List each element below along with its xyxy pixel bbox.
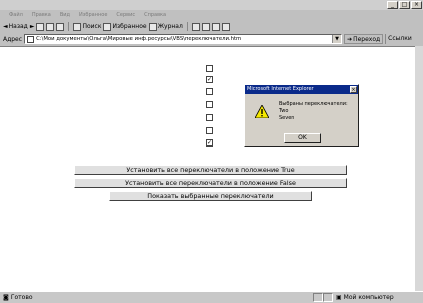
address-label: Адрес	[3, 35, 23, 43]
computer-icon: ▣	[336, 294, 342, 301]
message-line: Two	[279, 108, 289, 114]
page-icon	[27, 35, 35, 43]
menu-bar: Файл Правка Вид Избранное Сервис Справка	[0, 10, 423, 20]
go-label: Переход	[353, 35, 381, 43]
status-left: ◙ Готово	[0, 294, 313, 301]
menu-edit[interactable]: Правка	[32, 12, 51, 18]
back-label: Назад	[8, 23, 28, 30]
ok-button[interactable]: OK	[284, 133, 321, 143]
search-label: Поиск	[82, 23, 102, 30]
message-box: Microsoft Internet Explorer × Выбраны пе…	[244, 84, 359, 147]
forward-arrow-icon: ►	[29, 23, 35, 30]
stop-icon[interactable]	[36, 22, 45, 31]
set-all-false-button[interactable]: Установить все переключатели в положение…	[74, 178, 347, 188]
toolbar: ◄ Назад ► Поиск Избранное Журнал	[0, 20, 423, 33]
checkbox-3[interactable]	[206, 88, 213, 95]
minimize-button[interactable]: _	[387, 1, 398, 9]
browser-window: _ □ × Файл Правка Вид Избранное Сервис С…	[0, 0, 423, 303]
message-box-title-bar: Microsoft Internet Explorer ×	[245, 85, 358, 94]
warning-icon	[255, 105, 269, 118]
refresh-icon[interactable]	[46, 22, 55, 31]
title-bar: _ □ ×	[0, 0, 423, 10]
mail-icon[interactable]	[191, 22, 200, 31]
search-icon	[73, 22, 82, 31]
page-content: ✓ Установить все переключатели в положен…	[0, 46, 423, 291]
back-button[interactable]: ◄ Назад	[3, 23, 28, 30]
message-text: Выбраны переключатели: Two Seven	[279, 101, 348, 122]
menu-help[interactable]: Справка	[144, 12, 166, 18]
message-line: Seven	[279, 115, 295, 121]
menu-view[interactable]: Вид	[60, 12, 70, 18]
favorites-icon	[103, 22, 112, 31]
back-arrow-icon: ◄	[3, 23, 8, 30]
status-text: Готово	[10, 294, 33, 301]
address-bar: Адрес C:\Мои документы\Ольга\Мировые инф…	[0, 33, 423, 45]
menu-file[interactable]: Файл	[9, 12, 23, 18]
window-controls: _ □ ×	[387, 1, 422, 9]
status-bar: ◙ Готово ▣ Мой компьютер	[0, 291, 423, 303]
set-all-true-button[interactable]: Установить все переключатели в положение…	[74, 165, 347, 175]
home-icon[interactable]	[56, 22, 65, 31]
message-box-title: Microsoft Internet Explorer	[247, 86, 314, 92]
close-icon[interactable]: ×	[350, 86, 357, 93]
favorites-label: Избранное	[112, 23, 147, 30]
history-label: Журнал	[157, 23, 183, 30]
go-button[interactable]: ➔ Переход	[344, 34, 384, 44]
show-selected-button[interactable]: Показать выбранные переключатели	[109, 191, 312, 201]
status-zone: ▣ Мой компьютер	[333, 294, 394, 301]
checkbox-8[interactable]: ✓	[206, 139, 213, 146]
edit-icon[interactable]	[211, 22, 220, 31]
search-button[interactable]: Поиск	[73, 22, 102, 31]
go-arrow-icon: ➔	[347, 35, 353, 43]
toolbar-separator	[68, 22, 70, 31]
checkbox-2[interactable]: ✓	[206, 76, 213, 83]
menu-tools[interactable]: Сервис	[116, 12, 135, 18]
forward-button[interactable]: ►	[30, 23, 35, 30]
zone-label: Мой компьютер	[343, 294, 394, 301]
links-button[interactable]: Ссылки	[385, 34, 414, 44]
checkbox-4[interactable]	[206, 101, 213, 108]
chevron-down-icon[interactable]: ▼	[332, 35, 342, 43]
address-field[interactable]: C:\Мои документы\Ольга\Мировые инф.ресур…	[24, 34, 343, 44]
menu-favorites[interactable]: Избранное	[79, 12, 107, 18]
favorites-button[interactable]: Избранное	[103, 22, 147, 31]
history-button[interactable]: Журнал	[148, 22, 183, 31]
maximize-button[interactable]: □	[399, 1, 410, 9]
discuss-icon[interactable]	[221, 22, 230, 31]
status-pane	[323, 293, 333, 302]
history-icon	[148, 22, 157, 31]
address-input[interactable]: C:\Мои документы\Ольга\Мировые инф.ресур…	[36, 36, 332, 42]
page-done-icon: ◙	[3, 294, 9, 301]
toolbar-separator	[186, 22, 188, 31]
status-pane	[313, 293, 323, 302]
checkbox-5[interactable]	[206, 114, 213, 121]
print-icon[interactable]	[201, 22, 210, 31]
vertical-scrollbar[interactable]	[415, 46, 423, 291]
checkbox-1[interactable]	[206, 65, 213, 72]
close-button[interactable]: ×	[411, 1, 422, 9]
checkbox-6[interactable]	[206, 127, 213, 134]
message-line: Выбраны переключатели:	[279, 101, 348, 107]
